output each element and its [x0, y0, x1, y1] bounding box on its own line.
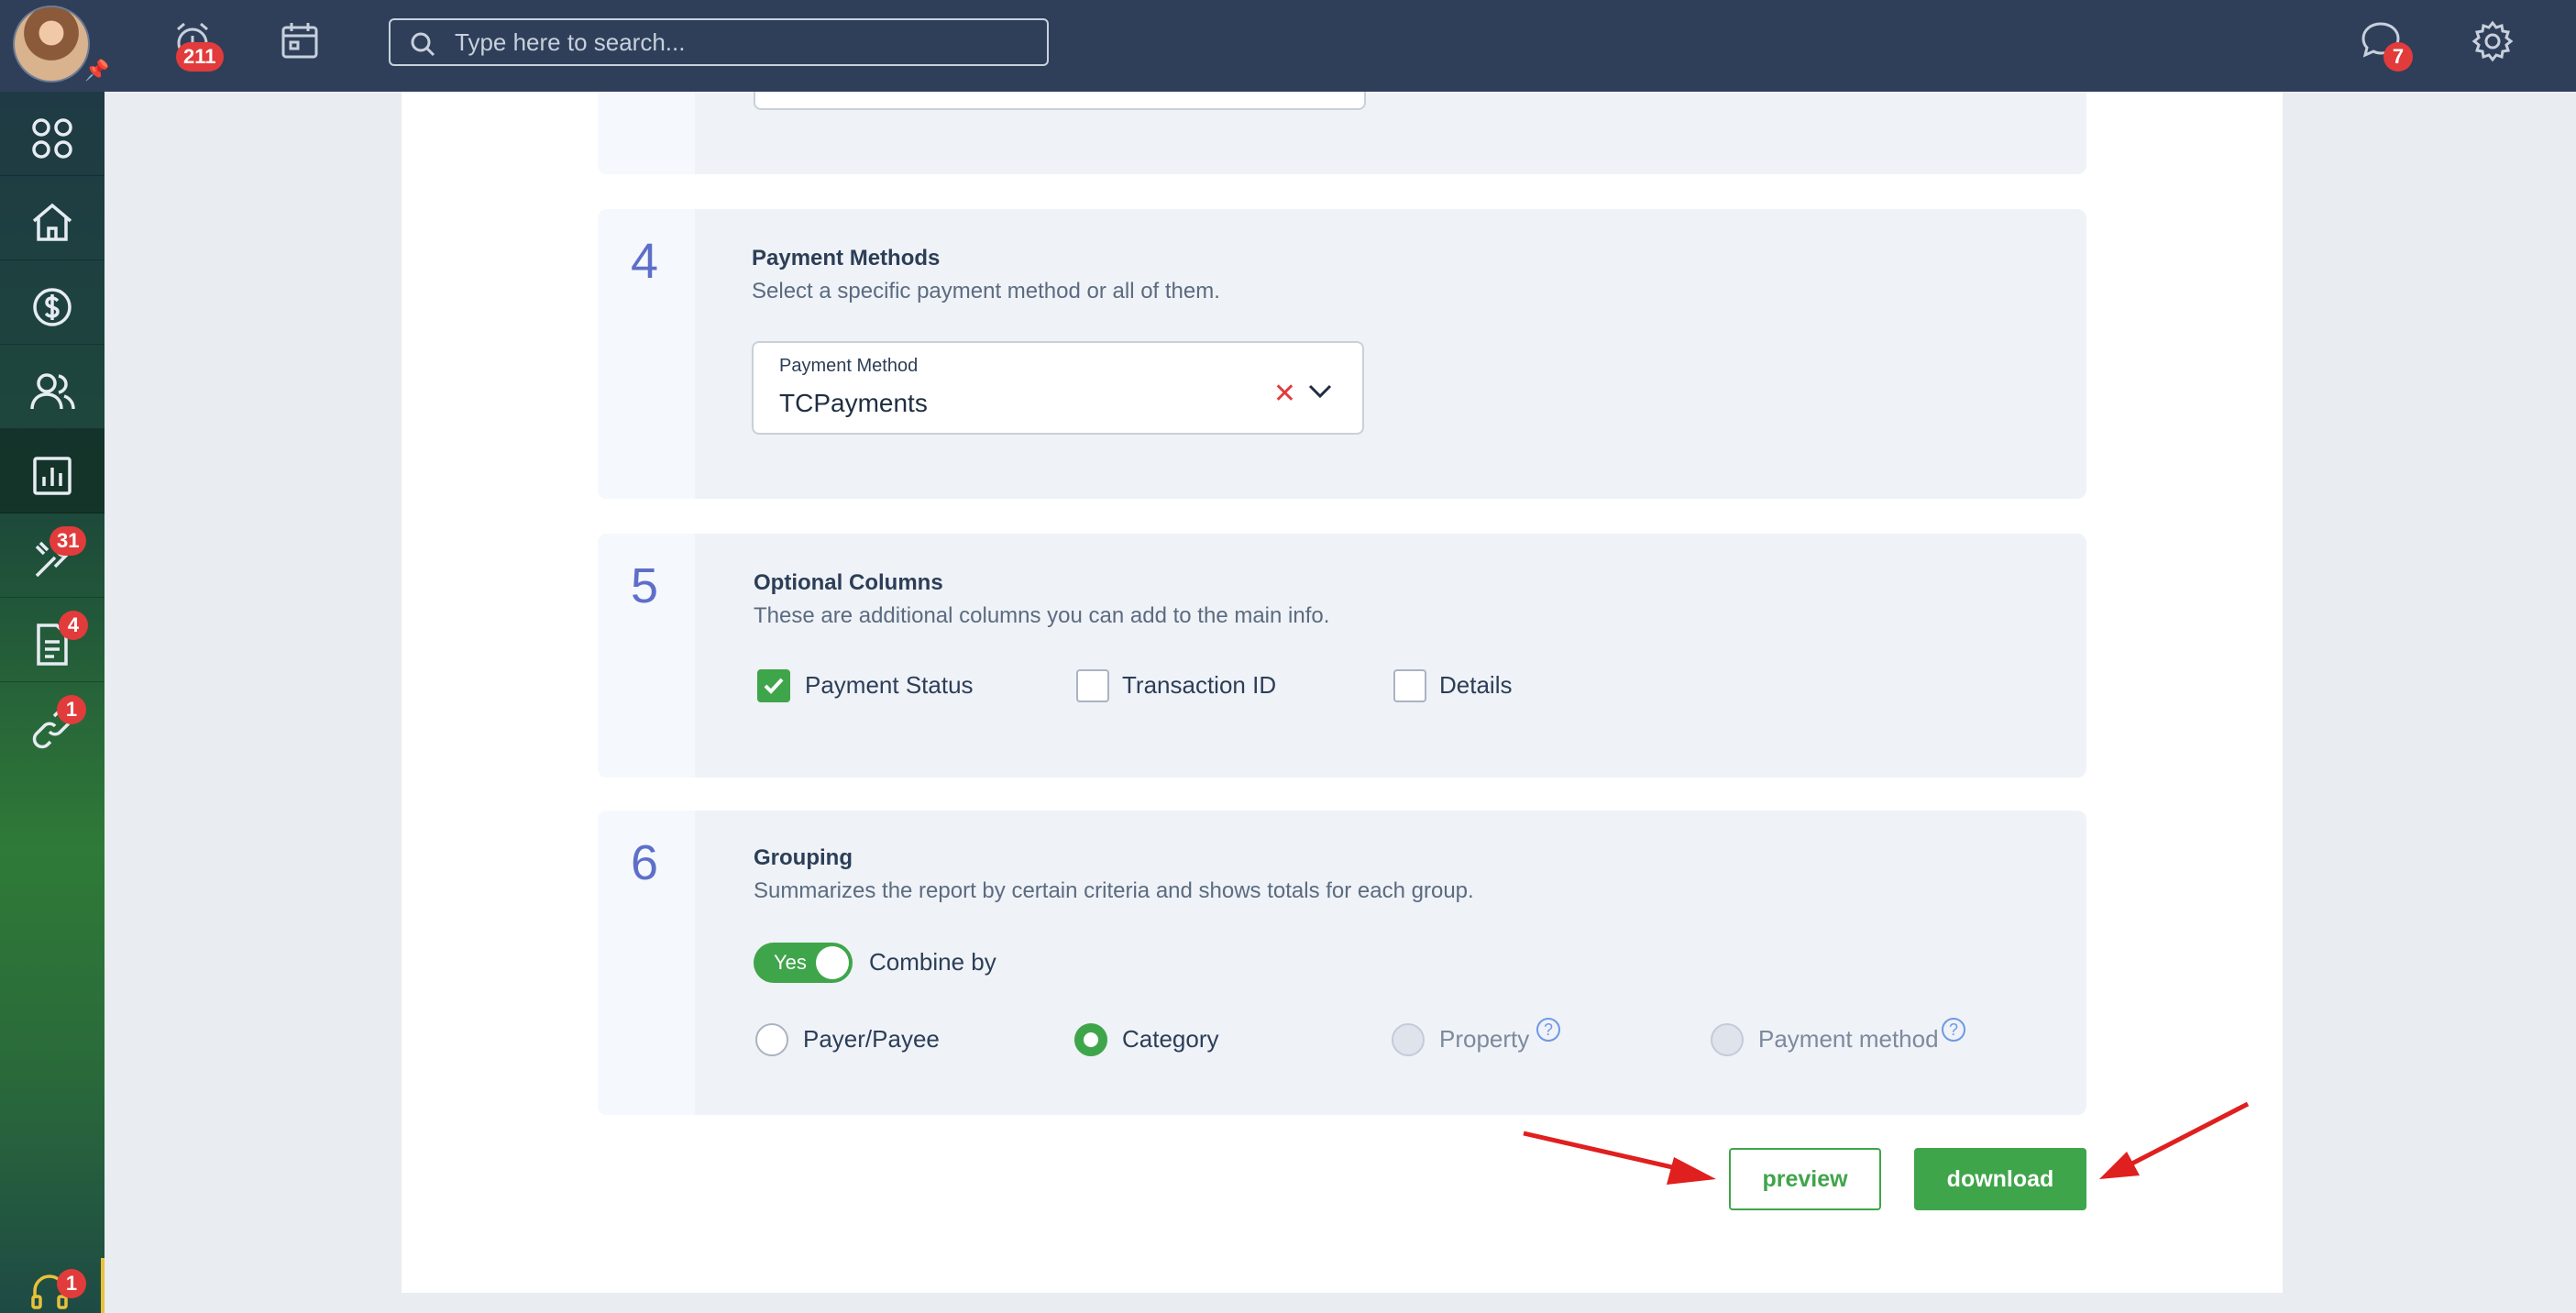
dollar-icon [33, 288, 72, 326]
section-description: Select a specific payment method or all … [752, 279, 1220, 303]
section-title: Payment Methods [752, 246, 941, 270]
radio-category[interactable] [1074, 1023, 1107, 1056]
step-number: 6 [631, 835, 659, 890]
section-title: Grouping [754, 845, 853, 870]
section-description: Summarizes the report by certain criteri… [754, 878, 1474, 903]
transaction-id-checkbox[interactable] [1076, 669, 1109, 702]
alarm-badge: 211 [176, 42, 224, 72]
apps-grid-icon [32, 118, 72, 159]
sidebar-item-links[interactable]: 1 [0, 682, 105, 767]
payment-method-label: Payment Method [779, 356, 919, 376]
search-input[interactable] [455, 28, 1023, 57]
support-badge: 1 [57, 1269, 86, 1298]
sidebar-item-payments[interactable] [0, 260, 105, 345]
checkmark-icon [764, 678, 784, 694]
pin-icon[interactable]: 📌 [84, 59, 109, 83]
sidebar-item-people[interactable] [0, 345, 105, 429]
sidebar-item-support[interactable]: 1 [0, 1258, 105, 1313]
maintenance-badge: 31 [50, 526, 87, 556]
documents-badge: 4 [59, 611, 88, 640]
payment-method-select[interactable]: Payment Method TCPayments ✕ [752, 341, 1364, 435]
radio-label: Category [1122, 1025, 1219, 1053]
download-button[interactable]: download [1914, 1148, 2086, 1210]
payment-method-value: TCPayments [779, 389, 928, 417]
step-number: 4 [631, 234, 659, 289]
settings-gear-icon[interactable] [2470, 18, 2515, 64]
links-badge: 1 [57, 695, 86, 724]
toggle-knob [816, 946, 849, 979]
details-label: Details [1439, 671, 1513, 699]
step-number: 5 [631, 558, 659, 613]
radio-label: Property [1439, 1025, 1530, 1053]
sidebar-item-reports[interactable] [0, 429, 105, 513]
chevron-down-icon[interactable] [1307, 383, 1333, 400]
grouping-toggle[interactable]: Yes [754, 943, 853, 983]
sidebar: 31 4 1 1 [0, 92, 105, 1313]
section-title: Optional Columns [754, 570, 943, 595]
help-icon[interactable]: ? [1942, 1018, 1965, 1042]
previous-select[interactable] [754, 92, 1366, 110]
sidebar-item-home[interactable] [0, 176, 105, 260]
alarm-clock-icon[interactable]: 211 [171, 18, 224, 72]
toggle-label: Yes [774, 951, 807, 974]
chat-icon[interactable]: 7 [2358, 18, 2413, 72]
radio-payment-method[interactable] [1711, 1023, 1744, 1056]
search-icon [411, 32, 435, 57]
radio-label: Payer/Payee [803, 1025, 940, 1053]
combine-by-label: Combine by [869, 948, 996, 976]
top-bar: 📌 211 7 [0, 0, 2576, 92]
sidebar-item-maintenance[interactable]: 31 [0, 513, 105, 598]
sidebar-item-apps[interactable] [0, 92, 105, 176]
reports-icon [33, 457, 72, 495]
search-box [389, 18, 1049, 66]
section-payment-methods: 4 Payment Methods Select a specific paym… [598, 209, 2086, 499]
user-avatar[interactable] [13, 6, 90, 83]
users-icon [30, 373, 75, 410]
details-checkbox[interactable] [1393, 669, 1426, 702]
home-icon [32, 203, 72, 241]
clear-selection-icon[interactable]: ✕ [1273, 378, 1296, 410]
sidebar-item-documents[interactable]: 4 [0, 598, 105, 682]
help-icon[interactable]: ? [1536, 1018, 1560, 1042]
transaction-id-label: Transaction ID [1122, 671, 1277, 699]
radio-property[interactable] [1392, 1023, 1425, 1056]
section-description: These are additional columns you can add… [754, 603, 1330, 628]
calendar-icon[interactable] [277, 18, 323, 64]
payment-status-checkbox[interactable] [757, 669, 790, 702]
preview-button[interactable]: preview [1729, 1148, 1881, 1210]
radio-label: Payment method [1758, 1025, 1939, 1053]
section-previous [598, 92, 2086, 174]
payment-status-label: Payment Status [805, 671, 974, 699]
section-optional-columns: 5 Optional Columns These are additional … [598, 534, 2086, 778]
messages-badge: 7 [2383, 42, 2413, 72]
radio-payer-payee[interactable] [755, 1023, 788, 1056]
